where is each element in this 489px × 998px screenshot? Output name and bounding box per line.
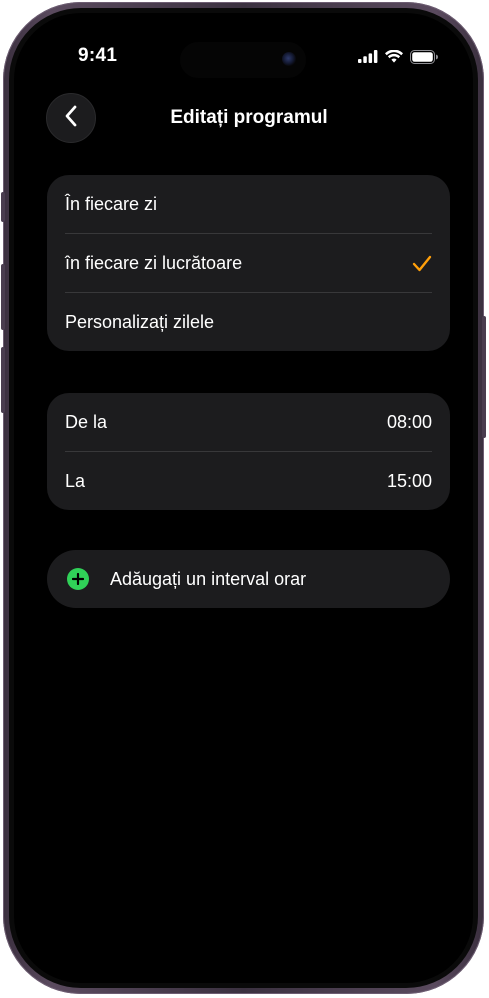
option-every-weekday[interactable]: în fiecare zi lucrătoare xyxy=(47,234,450,292)
to-time-value[interactable]: 15:00 xyxy=(387,471,432,492)
from-time-value[interactable]: 08:00 xyxy=(387,412,432,433)
power-button xyxy=(482,316,486,438)
status-icons xyxy=(358,49,439,69)
status-time: 9:41 xyxy=(78,45,118,66)
battery-icon xyxy=(410,49,439,69)
front-camera xyxy=(282,52,296,66)
option-label: În fiecare zi xyxy=(65,193,158,214)
option-label: Personalizați zilele xyxy=(65,311,215,332)
dynamic-island xyxy=(180,42,306,78)
back-button[interactable] xyxy=(46,93,96,143)
to-time-row[interactable]: La 15:00 xyxy=(47,452,450,510)
from-time-row[interactable]: De la 08:00 xyxy=(47,393,450,451)
cellular-signal-icon xyxy=(358,50,378,68)
schedule-options-group: În fiecare zi în fiecare zi lucrătoare P… xyxy=(47,175,450,351)
screen: 9:41 Editați programul În fiecare zi în … xyxy=(14,13,473,983)
chevron-left-icon xyxy=(64,105,78,132)
from-label: De la xyxy=(65,411,108,432)
plus-circle-icon xyxy=(67,568,89,590)
option-custom-days[interactable]: Personalizați zilele xyxy=(47,293,450,351)
volume-up-button xyxy=(1,264,5,330)
option-label: în fiecare zi lucrătoare xyxy=(65,252,243,273)
phone-frame: 9:41 Editați programul În fiecare zi în … xyxy=(1,2,486,994)
option-every-day[interactable]: În fiecare zi xyxy=(47,175,450,233)
page-title: Editați programul xyxy=(170,107,328,128)
add-time-interval-button[interactable]: Adăugați un interval orar xyxy=(47,550,450,608)
add-interval-label: Adăugați un interval orar xyxy=(110,568,307,589)
action-button xyxy=(1,192,5,222)
to-label: La xyxy=(65,470,86,491)
time-range-group: De la 08:00 La 15:00 xyxy=(47,393,450,510)
bezel: 9:41 Editați programul În fiecare zi în … xyxy=(9,8,478,988)
volume-down-button xyxy=(1,347,5,413)
checkmark-icon xyxy=(412,255,432,272)
wifi-icon xyxy=(385,49,403,68)
